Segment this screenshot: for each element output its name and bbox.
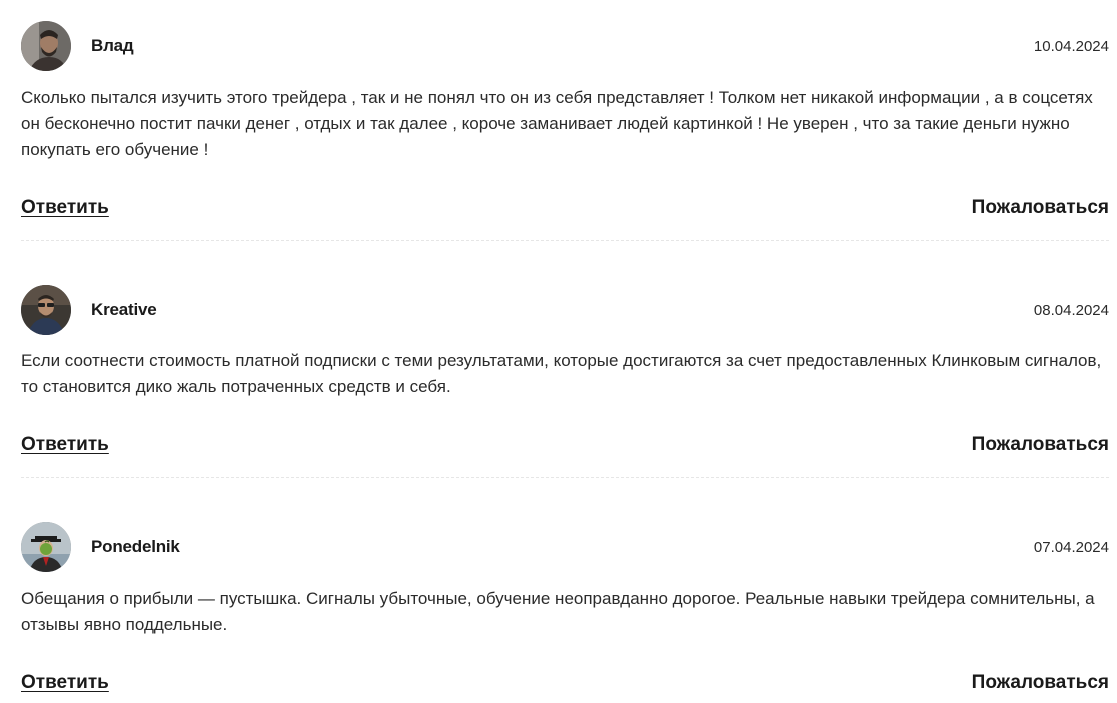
report-button[interactable]: Пожаловаться bbox=[972, 434, 1109, 456]
avatar[interactable] bbox=[21, 21, 71, 71]
comment-item: Kreative 08.04.2024 Если соотнести стоим… bbox=[21, 285, 1109, 455]
user-photo-icon bbox=[21, 285, 71, 335]
reply-button[interactable]: Ответить bbox=[21, 434, 109, 456]
comment-header: Ponedelnik 07.04.2024 bbox=[21, 522, 1109, 574]
comment-actions: Ответить Пожаловаться bbox=[21, 672, 1109, 696]
comment-text: Если соотнести стоимость платной подписк… bbox=[21, 351, 1102, 396]
comment-date: 08.04.2024 bbox=[1033, 302, 1109, 319]
reply-button[interactable]: Ответить bbox=[21, 672, 109, 694]
avatar[interactable] bbox=[21, 522, 71, 572]
comment-divider bbox=[21, 240, 1109, 241]
user-photo-icon bbox=[21, 21, 71, 71]
comment-text: Сколько пытался изучить этого трейдера ,… bbox=[21, 88, 1093, 159]
comment-author: Kreative bbox=[91, 300, 157, 319]
reply-button[interactable]: Ответить bbox=[21, 197, 109, 219]
avatar[interactable] bbox=[21, 285, 71, 335]
comment-actions: Ответить Пожаловаться bbox=[21, 197, 1109, 221]
comment-header: Kreative 08.04.2024 bbox=[21, 285, 1109, 337]
comment-text: Обещания о прибыли — пустышка. Сигналы у… bbox=[21, 589, 1095, 634]
comment-divider bbox=[21, 477, 1109, 478]
comment-date: 07.04.2024 bbox=[1033, 539, 1109, 556]
comment-item: Ponedelnik 07.04.2024 Обещания о прибыли… bbox=[21, 522, 1109, 693]
comment-item: Влад 10.04.2024 Сколько пытался изучить … bbox=[21, 21, 1109, 218]
user-photo-icon bbox=[21, 522, 71, 572]
comment-author: Влад bbox=[91, 36, 134, 55]
comment-author: Ponedelnik bbox=[91, 537, 180, 556]
comment-actions: Ответить Пожаловаться bbox=[21, 434, 1109, 458]
report-button[interactable]: Пожаловаться bbox=[972, 197, 1109, 219]
comments-list: Влад 10.04.2024 Сколько пытался изучить … bbox=[0, 0, 1117, 703]
comment-date: 10.04.2024 bbox=[1033, 38, 1109, 55]
report-button[interactable]: Пожаловаться bbox=[972, 672, 1109, 694]
comment-header: Влад 10.04.2024 bbox=[21, 21, 1109, 73]
